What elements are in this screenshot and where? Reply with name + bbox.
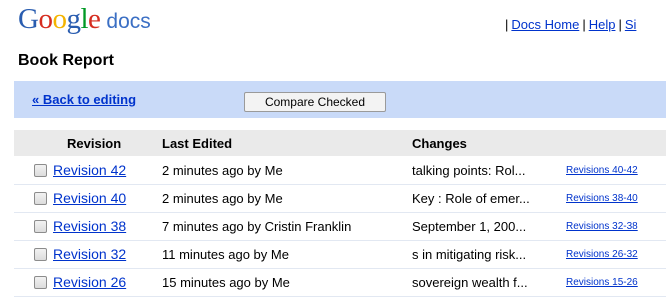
revision-range-link[interactable]: Revisions 38-40 <box>566 193 638 204</box>
column-header-last-edited: Last Edited <box>162 136 233 151</box>
column-header-revision: Revision <box>67 136 122 151</box>
revision-checkbox[interactable] <box>34 248 47 261</box>
table-row: Revision 38 7 minutes ago by Cristin Fra… <box>14 213 666 241</box>
help-link[interactable]: Help <box>589 17 616 32</box>
revision-range-link[interactable]: Revisions 40-42 <box>566 165 638 176</box>
table-header-row: Revision Last Edited Changes <box>14 130 666 156</box>
table-row: Revision 32 11 minutes ago by Me s in mi… <box>14 241 666 269</box>
table-row: Revision 40 2 minutes ago by Me Key : Ro… <box>14 185 666 213</box>
google-docs-logo[interactable]: Google docs <box>18 2 151 39</box>
revision-link[interactable]: Revision 38 <box>53 218 126 234</box>
google-logo-wordmark: Google <box>18 3 101 35</box>
revision-range-link[interactable]: Revisions 26-32 <box>566 249 638 260</box>
revision-checkbox[interactable] <box>34 192 47 205</box>
changes-summary: September 1, 200... <box>412 219 527 234</box>
top-navigation: | Docs Home | Help | Si <box>502 17 636 32</box>
nav-separator: | <box>618 17 622 32</box>
nav-separator: | <box>582 17 586 32</box>
header: Google docs | Docs Home | Help | Si <box>0 0 666 48</box>
document-title: Book Report <box>18 52 114 69</box>
changes-summary: sovereign wealth f... <box>412 275 528 290</box>
revision-link[interactable]: Revision 26 <box>53 274 126 290</box>
last-edited-text: 7 minutes ago by Cristin Franklin <box>162 219 352 234</box>
revision-checkbox[interactable] <box>34 164 47 177</box>
revision-link[interactable]: Revision 40 <box>53 190 126 206</box>
compare-checked-button[interactable]: Compare Checked <box>244 92 386 112</box>
table-row: Revision 42 2 minutes ago by Me talking … <box>14 157 666 185</box>
nav-separator: | <box>505 17 509 32</box>
sign-out-link[interactable]: Si <box>625 17 637 32</box>
revision-history-page: Google docs | Docs Home | Help | Si Book Repor… <box>0 0 666 308</box>
changes-summary: talking points: Rol... <box>412 163 526 178</box>
last-edited-text: 15 minutes ago by Me <box>162 275 290 290</box>
revision-range-link[interactable]: Revisions 32-38 <box>566 221 638 232</box>
last-edited-text: 2 minutes ago by Me <box>162 163 283 178</box>
product-name: docs <box>106 10 151 33</box>
docs-home-link[interactable]: Docs Home <box>511 17 579 32</box>
revision-link[interactable]: Revision 42 <box>53 162 126 178</box>
action-bar: « Back to editing Compare Checked <box>14 81 666 118</box>
revision-link[interactable]: Revision 32 <box>53 246 126 262</box>
back-to-editing-link[interactable]: « Back to editing <box>32 92 136 107</box>
revision-checkbox[interactable] <box>34 220 47 233</box>
last-edited-text: 2 minutes ago by Me <box>162 191 283 206</box>
changes-summary: s in mitigating risk... <box>412 247 527 262</box>
revision-checkbox[interactable] <box>34 276 47 289</box>
changes-summary: Key : Role of emer... <box>412 191 530 206</box>
revision-range-link[interactable]: Revisions 15-26 <box>566 277 638 288</box>
column-header-changes: Changes <box>412 136 467 151</box>
last-edited-text: 11 minutes ago by Me <box>162 247 289 262</box>
table-row: Revision 26 15 minutes ago by Me soverei… <box>14 269 666 297</box>
